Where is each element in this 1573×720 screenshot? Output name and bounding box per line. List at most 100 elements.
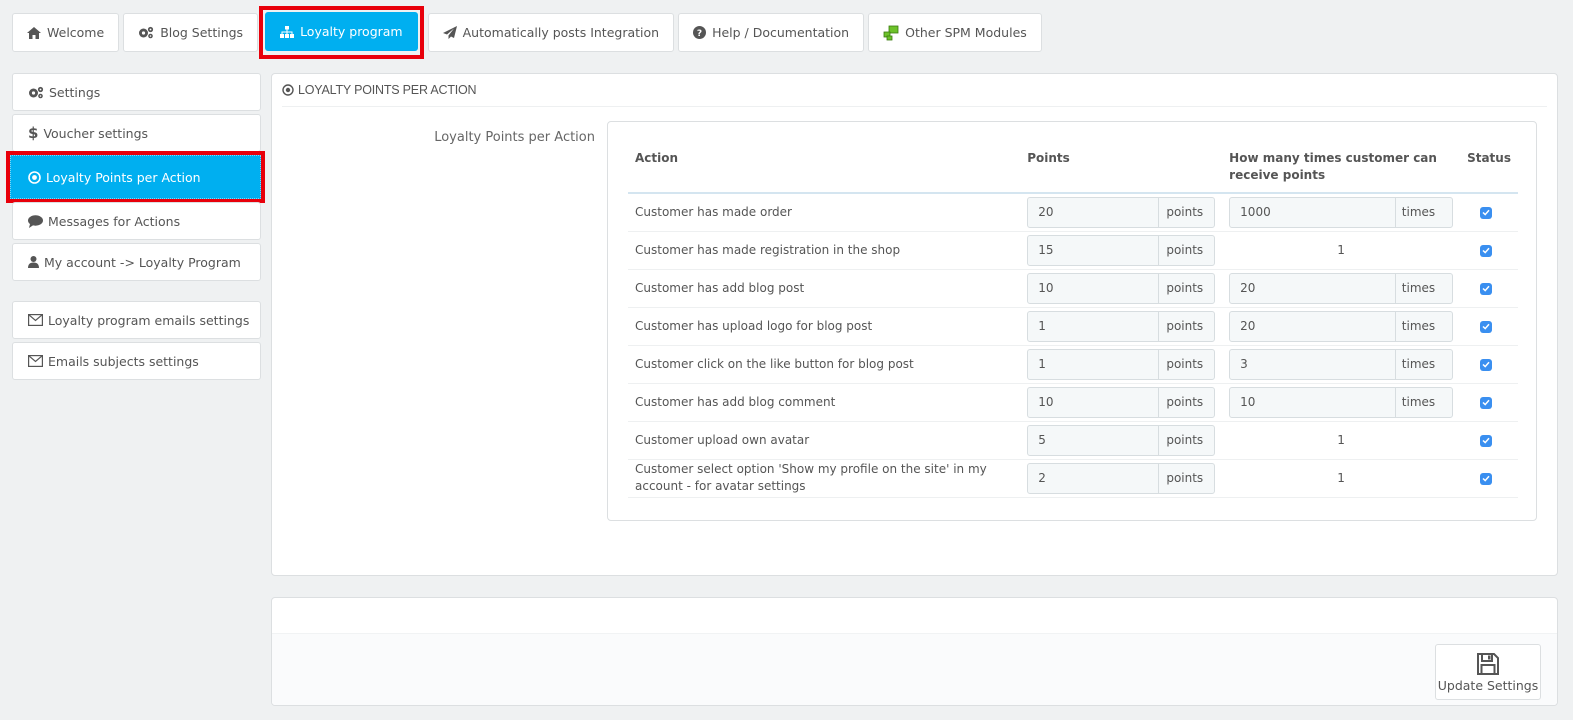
action-label: Customer has made order <box>628 193 1021 232</box>
sidebar-item-voucher-settings[interactable]: $ Voucher settings <box>12 114 261 152</box>
points-input-group: points <box>1027 462 1216 494</box>
status-cell <box>1460 345 1518 384</box>
status-checkbox[interactable] <box>1479 244 1492 257</box>
times-input-group: times <box>1229 272 1454 304</box>
status-cell <box>1460 383 1518 422</box>
points-cell: points <box>1020 383 1223 422</box>
times-cell: times <box>1222 269 1461 308</box>
times-input-group: times <box>1229 310 1454 342</box>
envelope-icon <box>28 355 43 367</box>
points-input[interactable] <box>1028 387 1159 417</box>
times-input[interactable] <box>1230 197 1396 227</box>
gears-icon <box>28 86 44 99</box>
tab-loyalty-program[interactable]: Loyalty program <box>265 12 418 51</box>
points-input[interactable] <box>1028 311 1159 341</box>
svg-text:?: ? <box>697 29 702 39</box>
sidebar-item-loyalty-points-per-action[interactable]: Loyalty Points per Action <box>6 151 265 203</box>
form-label: Loyalty Points per Action <box>434 130 595 145</box>
header-status: Status <box>1460 146 1518 194</box>
status-cell <box>1460 307 1518 346</box>
sitemap-icon <box>280 25 295 38</box>
points-cell: points <box>1020 231 1223 270</box>
check-icon <box>1482 475 1490 482</box>
table-row: Customer has made order points times <box>628 193 1518 232</box>
times-cell: times <box>1222 193 1461 232</box>
status-checkbox[interactable] <box>1479 358 1492 371</box>
times-suffix: times <box>1395 197 1445 227</box>
points-input[interactable] <box>1028 235 1159 265</box>
times-input-group: times <box>1229 348 1454 380</box>
table-row: Customer has add blog post points times <box>628 269 1518 308</box>
points-table: Action Points How many times customer ca… <box>628 146 1518 498</box>
footer-panel: Update Settings <box>271 597 1558 706</box>
sidebar-item-messages-for-actions[interactable]: Messages for Actions <box>12 202 261 240</box>
times-cell: 1 <box>1222 459 1461 498</box>
panel-title: LOYALTY POINTS PER ACTION <box>298 83 477 97</box>
sidebar-item-emails-subjects-settings[interactable]: Emails subjects settings <box>12 342 261 380</box>
times-input-group: times <box>1229 196 1454 228</box>
tab-welcome[interactable]: Welcome <box>12 13 120 52</box>
sidebar-item-loyalty-program-emails-settings[interactable]: Loyalty program emails settings <box>12 301 261 339</box>
action-label: Customer upload own avatar <box>628 421 1021 460</box>
points-input-group: points <box>1027 348 1216 380</box>
action-label: Customer select option 'Show my profile … <box>628 459 1021 498</box>
points-suffix: points <box>1158 425 1213 455</box>
status-checkbox[interactable] <box>1479 434 1492 447</box>
status-checkbox[interactable] <box>1479 206 1492 219</box>
check-icon <box>1482 437 1490 444</box>
points-cell: points <box>1020 269 1223 308</box>
gears-icon <box>138 26 154 39</box>
points-suffix: points <box>1158 235 1213 265</box>
sidebar-divider <box>12 284 261 301</box>
times-cell: 1 <box>1222 421 1461 460</box>
update-settings-button[interactable]: Update Settings <box>1435 644 1541 700</box>
times-cell: times <box>1222 307 1461 346</box>
table-row: Customer has add blog comment points tim… <box>628 383 1518 422</box>
tab-automatically-posts-integration[interactable]: Automatically posts Integration <box>427 13 675 52</box>
points-input[interactable] <box>1028 273 1159 303</box>
update-settings-label: Update Settings <box>1437 677 1539 693</box>
panel-header: LOYALTY POINTS PER ACTION <box>282 74 1547 107</box>
table-header-row: Action Points How many times customer ca… <box>628 146 1518 194</box>
home-icon <box>27 26 41 39</box>
status-checkbox[interactable] <box>1479 320 1492 333</box>
action-label: Customer has add blog post <box>628 269 1021 308</box>
sidebar-item-label: Loyalty program emails settings <box>48 312 250 328</box>
sidebar-item-settings[interactable]: Settings <box>12 73 261 111</box>
points-input[interactable] <box>1028 197 1159 227</box>
tab-blog-settings[interactable]: Blog Settings <box>123 13 259 52</box>
times-value: 1 <box>1337 433 1345 447</box>
times-input[interactable] <box>1230 349 1396 379</box>
table-row: Customer upload own avatar points 1 <box>628 421 1518 460</box>
points-cell: points <box>1020 193 1223 232</box>
sidebar-item-label: Messages for Actions <box>48 213 181 229</box>
times-input[interactable] <box>1230 387 1396 417</box>
points-input[interactable] <box>1028 425 1159 455</box>
sidebar-item-my-account-loyalty-program[interactable]: My account -> Loyalty Program <box>12 243 261 281</box>
status-checkbox[interactable] <box>1479 472 1492 485</box>
times-cell: times <box>1222 345 1461 384</box>
points-suffix: points <box>1158 197 1213 227</box>
points-input[interactable] <box>1028 349 1159 379</box>
sidebar-item-label: Emails subjects settings <box>48 353 199 369</box>
points-cell: points <box>1020 459 1223 498</box>
table-row: Customer click on the like button for bl… <box>628 345 1518 384</box>
times-input[interactable] <box>1230 311 1396 341</box>
points-input[interactable] <box>1028 463 1159 493</box>
status-checkbox[interactable] <box>1479 396 1492 409</box>
dollar-icon: $ <box>28 124 39 142</box>
status-checkbox[interactable] <box>1479 282 1492 295</box>
times-input[interactable] <box>1230 273 1396 303</box>
tab-label: Help / Documentation <box>712 25 850 40</box>
times-value: 1 <box>1337 471 1345 485</box>
tab-other-spm-modules[interactable]: Other SPM Modules <box>868 13 1042 52</box>
modules-icon <box>883 25 899 41</box>
save-icon <box>1476 652 1500 676</box>
tab-help-documentation[interactable]: ? Help / Documentation <box>678 13 865 52</box>
status-cell <box>1460 459 1518 498</box>
sidebar-item-label: Loyalty Points per Action <box>46 169 201 185</box>
status-cell <box>1460 269 1518 308</box>
footer-bar <box>272 633 1557 705</box>
top-tabs: Welcome Blog Settings Loyalty program Au… <box>12 6 1046 59</box>
points-input-group: points <box>1027 424 1216 456</box>
